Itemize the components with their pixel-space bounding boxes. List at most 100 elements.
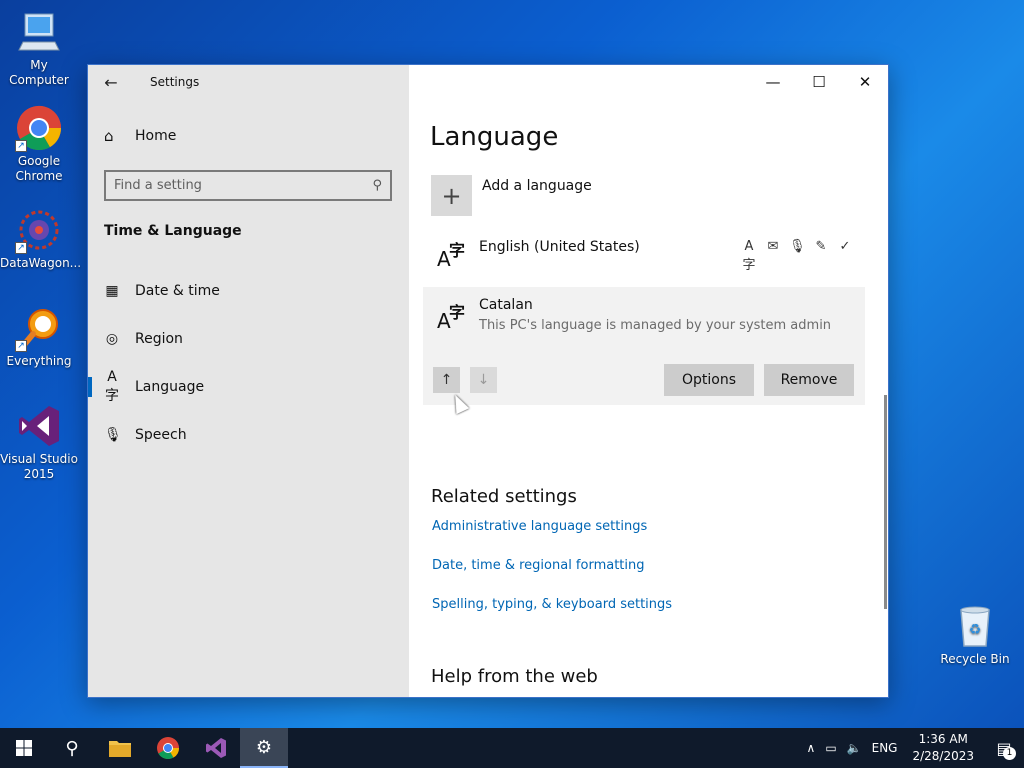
language-item-catalan[interactable]: A字 Catalan This PC's language is managed… (423, 287, 865, 405)
maximize-icon: ☐ (812, 73, 826, 91)
language-name: Catalan (479, 297, 533, 313)
home-icon: ⌂ (104, 127, 114, 145)
search-icon: ⚲ (372, 178, 382, 193)
microphone-icon: 🎙 (104, 427, 122, 443)
language-features: A字 ✉ 🎙 ✎ ✓ (741, 239, 853, 273)
move-up-button[interactable]: ↑ (433, 367, 460, 393)
desktop-icon-label: DataWagon... (0, 256, 82, 270)
help-from-web-heading: Help from the web (431, 666, 598, 687)
action-center-button[interactable]: ▤ 1 (984, 728, 1024, 768)
notification-badge: 1 (1003, 747, 1016, 760)
close-icon: ✕ (858, 73, 872, 91)
recycle-bin-icon: ♻ (951, 602, 999, 650)
desktop-icon-visual-studio[interactable]: Visual Studio 2015 (0, 402, 78, 482)
sidebar-nav: ▦ Date & time ◎ Region A字 Language 🎙 Spe… (88, 267, 409, 459)
spelling-typing-keyboard-link[interactable]: Spelling, typing, & keyboard settings (432, 597, 672, 612)
shortcut-arrow-icon: ↗ (15, 242, 27, 254)
window-title: Settings (150, 75, 200, 89)
language-icon: A字 (437, 303, 466, 333)
desktop-icon-recycle-bin[interactable]: ♻ Recycle Bin (936, 602, 1014, 667)
taskbar-search-button[interactable]: ⚲ (48, 728, 96, 768)
taskbar-file-explorer[interactable] (96, 728, 144, 768)
window-controls: — ☐ ✕ (750, 65, 888, 99)
remove-label: Remove (780, 372, 838, 388)
datawagon-icon: ↗ (15, 206, 63, 254)
search-input[interactable]: Find a setting ⚲ (104, 170, 392, 201)
plus-icon: + (431, 175, 472, 216)
desktop-icon-everything[interactable]: ↗ Everything (0, 304, 78, 369)
sidebar-item-label: Date & time (135, 283, 220, 299)
shortcut-arrow-icon: ↗ (15, 340, 27, 352)
move-down-button[interactable]: ↓ (470, 367, 497, 393)
options-label: Options (681, 372, 737, 388)
back-arrow-icon: ← (104, 72, 118, 92)
date-time-regional-formatting-link[interactable]: Date, time & regional formatting (432, 558, 645, 573)
spellcheck-icon: ✓ (839, 239, 851, 254)
maximize-button[interactable]: ☐ (796, 65, 842, 99)
taskbar: ⚲ ⚙ ∧ ▭ 🔈 ENG 1:36 AM 2/28/2023 ▤ 1 (0, 728, 1024, 768)
input-language[interactable]: ENG (867, 741, 903, 755)
visual-studio-icon (206, 738, 226, 758)
desktop-icon-label: Visual Studio 2015 (0, 452, 78, 481)
desktop-icon-label: Everything (6, 354, 72, 368)
sidebar-item-label: Region (135, 331, 183, 347)
arrow-down-icon: ↓ (477, 372, 490, 388)
desktop-icon-label: Google Chrome (15, 154, 63, 183)
shortcut-arrow-icon: ↗ (15, 140, 27, 152)
home-link[interactable]: ⌂ Home (104, 127, 176, 145)
sidebar-item-language[interactable]: A字 Language (88, 363, 409, 411)
desktop-icon-datawagon[interactable]: ↗ DataWagon... (0, 206, 82, 271)
page-title: Language (430, 122, 559, 152)
start-button[interactable] (0, 728, 48, 768)
desktop-icon-my-computer[interactable]: My Computer (0, 8, 78, 88)
system-tray: ∧ ▭ 🔈 ENG 1:36 AM 2/28/2023 ▤ 1 (802, 728, 1024, 768)
display-language-icon: A字 (742, 239, 756, 273)
sidebar-item-region[interactable]: ◎ Region (88, 315, 409, 363)
desktop-icon-google-chrome[interactable]: ↗ Google Chrome (0, 104, 78, 184)
search-icon: ⚲ (65, 737, 79, 759)
taskbar-chrome[interactable] (144, 728, 192, 768)
related-settings-heading: Related settings (431, 486, 577, 507)
taskbar-visual-studio[interactable] (192, 728, 240, 768)
sidebar-item-speech[interactable]: 🎙 Speech (88, 411, 409, 459)
close-button[interactable]: ✕ (842, 65, 888, 99)
chevron-up-icon[interactable]: ∧ (802, 741, 821, 755)
clock[interactable]: 1:36 AM 2/28/2023 (902, 731, 984, 765)
calendar-clock-icon: ▦ (105, 283, 119, 299)
section-title: Time & Language (104, 223, 242, 239)
options-button[interactable]: Options (664, 364, 754, 396)
back-button[interactable]: ← (88, 65, 134, 99)
handwriting-icon: ✎ (815, 239, 827, 254)
taskbar-settings[interactable]: ⚙ (240, 728, 288, 768)
add-language-button[interactable]: + Add a language (431, 175, 592, 216)
home-label: Home (135, 128, 177, 144)
speech-pack-icon: ✉ (767, 239, 779, 254)
language-name: English (United States) (479, 239, 640, 255)
sidebar-item-label: Language (135, 379, 205, 395)
sidebar: ← Settings ⌂ Home Find a setting ⚲ Time … (88, 65, 409, 697)
everything-search-icon: ↗ (15, 304, 63, 352)
windows-logo-icon (16, 740, 32, 756)
clock-date: 2/28/2023 (912, 749, 974, 763)
globe-icon: ◎ (105, 331, 119, 347)
arrow-up-icon: ↑ (440, 372, 453, 388)
remove-button[interactable]: Remove (764, 364, 854, 396)
network-icon[interactable]: ▭ (820, 741, 841, 755)
desktop-icon-label: Recycle Bin (940, 652, 1010, 666)
visual-studio-icon (15, 402, 63, 450)
admin-language-settings-link[interactable]: Administrative language settings (432, 519, 647, 534)
folder-icon (109, 741, 131, 757)
language-item-english[interactable]: A字 English (United States) A字 ✉ 🎙 ✎ ✓ (423, 235, 865, 285)
search-placeholder: Find a setting (114, 178, 202, 193)
language-icon: A字 (437, 241, 466, 271)
svg-text:♻: ♻ (969, 622, 982, 638)
main-content: — ☐ ✕ Language + Add a language A字 Engli… (409, 65, 888, 697)
chrome-icon (157, 737, 180, 760)
minimize-button[interactable]: — (750, 65, 796, 99)
volume-icon[interactable]: 🔈 (842, 741, 867, 755)
sidebar-item-label: Speech (135, 427, 187, 443)
microphone-icon: 🎙 (789, 239, 806, 254)
sidebar-item-date-time[interactable]: ▦ Date & time (88, 267, 409, 315)
desktop-icon-label: My Computer (9, 58, 69, 87)
scrollbar[interactable] (884, 395, 887, 609)
